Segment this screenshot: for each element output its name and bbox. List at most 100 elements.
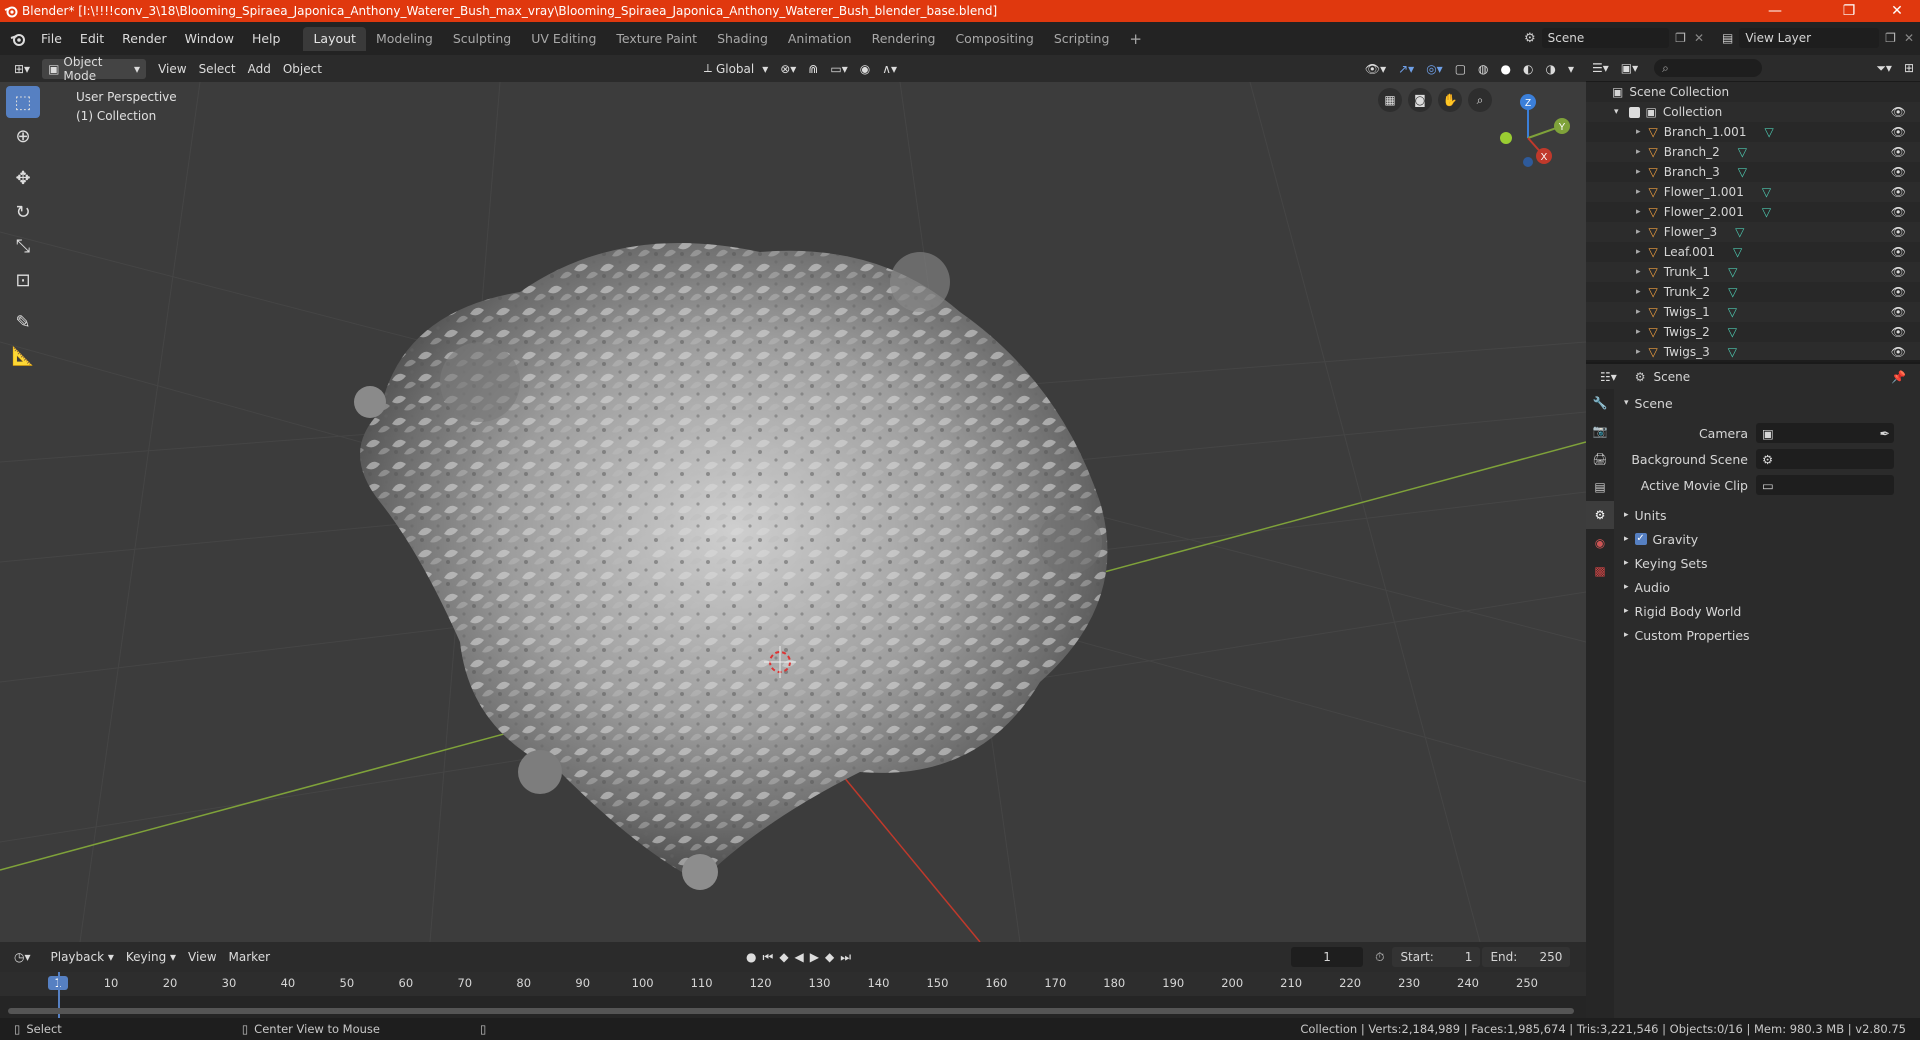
jump-keyframe-forward-icon[interactable]: ◆ [825, 950, 834, 965]
world-tab-icon[interactable]: ◉ [1586, 529, 1614, 557]
scene-name[interactable]: Scene [1541, 28, 1670, 48]
outliner-object-row[interactable]: ▸ ▽ Twigs_2 ▽ 👁 [1586, 322, 1920, 342]
menu-timeline-view[interactable]: View [182, 947, 222, 967]
tab-sculpting[interactable]: Sculpting [443, 27, 521, 51]
new-scene-icon[interactable]: ❐ [1675, 31, 1686, 45]
panel-keying-sets[interactable]: ▸ Keying Sets [1614, 551, 1920, 575]
expand-chevron-icon[interactable]: ▸ [1636, 307, 1641, 317]
pivot-icon[interactable]: ⊗▾ [774, 59, 802, 79]
tab-scripting[interactable]: Scripting [1044, 27, 1120, 51]
outliner-collection[interactable]: ▾ ▣ Collection 👁 [1586, 102, 1920, 122]
add-workspace-button[interactable]: + [1119, 27, 1152, 51]
material-shading-icon[interactable]: ◐ [1517, 59, 1539, 79]
menu-select[interactable]: Select [193, 59, 242, 79]
panel-gravity[interactable]: ▸ ✓ Gravity [1614, 527, 1920, 551]
close-button[interactable]: ✕ [1874, 0, 1920, 22]
expand-chevron-icon[interactable]: ▸ [1636, 167, 1641, 177]
outliner-object-row[interactable]: ▸ ▽ Trunk_2 ▽ 👁 [1586, 282, 1920, 302]
menu-window[interactable]: Window [176, 28, 243, 50]
cursor-tool-icon[interactable]: ⊕ [6, 120, 40, 152]
expand-chevron-icon[interactable]: ▸ [1636, 147, 1641, 157]
timeline-scrollbar[interactable] [8, 1008, 1574, 1014]
view-layer-selector[interactable]: ▤ View Layer ❐ ✕ [1722, 27, 1914, 49]
eye-icon[interactable]: 👁 [1891, 105, 1906, 119]
editor-type-icon[interactable]: ⊞▾ [8, 59, 36, 79]
menu-help[interactable]: Help [243, 28, 290, 50]
transform-orientation[interactable]: ⟂ Global ▾ [698, 59, 774, 79]
display-mode-icon[interactable]: ▣▾ [1615, 58, 1644, 78]
texture-tab-icon[interactable]: ▩ [1586, 557, 1614, 585]
blender-menu-icon[interactable] [10, 31, 26, 47]
menu-add[interactable]: Add [242, 59, 277, 79]
menu-keying[interactable]: Keying ▾ [120, 947, 182, 967]
output-tab-icon[interactable]: 🖨 [1586, 445, 1614, 473]
expand-chevron-icon[interactable]: ▸ [1636, 287, 1641, 297]
measure-tool-icon[interactable]: 📐 [6, 340, 40, 372]
menu-object[interactable]: Object [277, 59, 328, 79]
outliner-object-row[interactable]: ▸ ▽ Twigs_3 ▽ 👁 [1586, 342, 1920, 360]
tab-texture-paint[interactable]: Texture Paint [606, 27, 707, 51]
move-tool-icon[interactable]: ✥ [6, 162, 40, 194]
expand-chevron-icon[interactable]: ▸ [1636, 207, 1641, 217]
expand-chevron-icon[interactable]: ▾ [1614, 107, 1619, 117]
render-tab-icon[interactable]: 📷 [1586, 417, 1614, 445]
expand-chevron-icon[interactable]: ▸ [1636, 227, 1641, 237]
pan-hand-icon[interactable]: ✋ [1438, 88, 1462, 112]
outliner[interactable]: ▣ Scene Collection ▾ ▣ Collection 👁 ▸ ▽ Br… [1586, 82, 1920, 360]
collection-checkbox[interactable] [1628, 106, 1640, 118]
eye-icon[interactable]: 👁 [1891, 205, 1906, 219]
active-movie-clip-field[interactable]: ▭ [1756, 475, 1894, 495]
scene-selector[interactable]: ⚙ Scene ❐ ✕ [1524, 27, 1704, 49]
minimize-button[interactable]: — [1752, 0, 1798, 22]
jump-start-icon[interactable]: ⏮ [763, 950, 774, 965]
jump-end-icon[interactable]: ⏭ [840, 950, 851, 965]
tab-rendering[interactable]: Rendering [862, 27, 946, 51]
transform-tool-icon[interactable]: ⊡ [6, 264, 40, 296]
end-frame-field[interactable]: End: 250 [1482, 947, 1571, 967]
camera-field[interactable]: ▣ ✒ [1756, 423, 1894, 443]
eye-icon[interactable]: 👁 [1891, 165, 1906, 179]
expand-chevron-icon[interactable]: ▸ [1636, 247, 1641, 257]
mode-selector[interactable]: ▣ Object Mode ▾ [42, 55, 147, 83]
panel-scene-header[interactable]: ▾ Scene [1614, 391, 1920, 415]
view-layer-name[interactable]: View Layer [1739, 28, 1880, 48]
eye-icon[interactable]: 👁 [1891, 145, 1906, 159]
start-frame-field[interactable]: Start: 1 [1392, 947, 1481, 967]
snap-icon[interactable]: ⋒ [802, 59, 824, 79]
outliner-object-row[interactable]: ▸ ▽ Flower_3 ▽ 👁 [1586, 222, 1920, 242]
camera-view-icon[interactable]: ◙ [1408, 88, 1432, 112]
jump-keyframe-back-icon[interactable]: ◆ [779, 950, 788, 965]
timeline-ruler[interactable]: 1102030405060708090100110120130140150160… [0, 972, 1586, 996]
eye-icon[interactable]: 👁 [1891, 345, 1906, 359]
outliner-object-row[interactable]: ▸ ▽ Flower_2.001 ▽ 👁 [1586, 202, 1920, 222]
visibility-icon[interactable]: 👁▾ [1359, 59, 1392, 79]
select-box-tool-icon[interactable]: ⬚ [6, 86, 40, 118]
current-frame-field[interactable]: 1 [1291, 947, 1364, 967]
delete-view-layer-icon[interactable]: ✕ [1904, 31, 1914, 45]
menu-file[interactable]: File [32, 28, 71, 50]
snap-target-icon[interactable]: ▭▾ [824, 59, 853, 79]
wireframe-shading-icon[interactable]: ◍ [1472, 59, 1494, 79]
eyedropper-icon[interactable]: ✒ [1880, 426, 1890, 441]
3d-viewport[interactable]: User Perspective (1) Collection ▦ ◙ ✋ ⌕ [0, 82, 1586, 942]
outliner-object-row[interactable]: ▸ ▽ Flower_1.001 ▽ 👁 [1586, 182, 1920, 202]
eye-icon[interactable]: 👁 [1891, 225, 1906, 239]
expand-chevron-icon[interactable]: ▸ [1636, 127, 1641, 137]
falloff-icon[interactable]: ∧▾ [876, 59, 903, 79]
tab-shading[interactable]: Shading [707, 27, 778, 51]
navigation-gizmo[interactable]: Z Y X [1480, 88, 1576, 184]
eye-icon[interactable]: 👁 [1891, 305, 1906, 319]
maximize-button[interactable]: ❐ [1826, 0, 1872, 22]
outliner-object-row[interactable]: ▸ ▽ Trunk_1 ▽ 👁 [1586, 262, 1920, 282]
pin-icon[interactable]: 📌 [1891, 370, 1906, 384]
solid-shading-icon[interactable]: ● [1495, 59, 1517, 79]
outliner-object-row[interactable]: ▸ ▽ Branch_3 ▽ 👁 [1586, 162, 1920, 182]
background-scene-field[interactable]: ⚙ [1756, 449, 1894, 469]
expand-chevron-icon[interactable]: ▸ [1636, 267, 1641, 277]
play-reverse-icon[interactable]: ◀ [795, 950, 804, 965]
expand-chevron-icon[interactable]: ▸ [1636, 327, 1641, 337]
scale-tool-icon[interactable]: ⤡ [6, 230, 40, 262]
play-icon[interactable]: ▶ [810, 950, 819, 965]
expand-chevron-icon[interactable]: ▸ [1636, 347, 1641, 357]
tab-animation[interactable]: Animation [778, 27, 862, 51]
